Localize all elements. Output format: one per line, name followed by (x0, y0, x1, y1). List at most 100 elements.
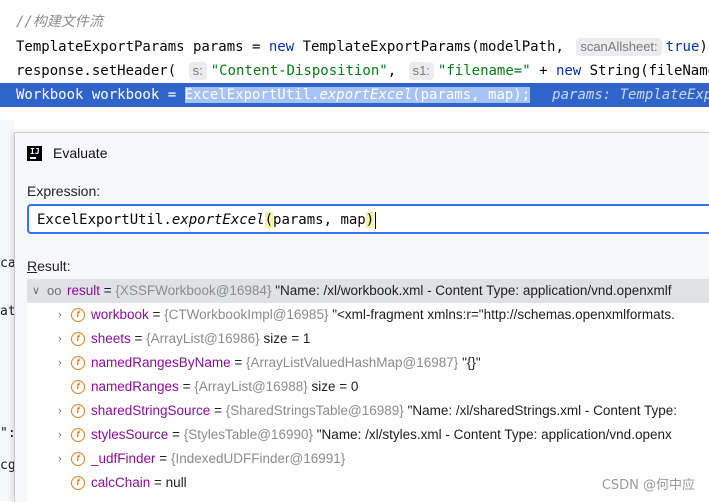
inline-debug-value: params: TemplateExportP (552, 87, 709, 103)
brace-match: ) (365, 212, 375, 228)
expression-text: params, map (273, 212, 366, 228)
tree-row-text: namedRangesByName = {ArrayListValuedHash… (91, 351, 481, 375)
chevron-down-icon[interactable]: ∨ (30, 279, 42, 303)
field-icon: f (71, 308, 85, 322)
parameter-hint: s1: (408, 62, 434, 80)
tree-row-text: namedRanges = {ArrayList@16988} size = 0 (91, 375, 358, 399)
chevron-right-icon[interactable]: › (54, 423, 66, 447)
brace-match: ( (264, 212, 274, 228)
equals-sign: = (155, 451, 171, 466)
code-text: + (530, 63, 556, 79)
parameter-hint: scanAllsheet: (576, 38, 662, 56)
variable-value: size = 0 (311, 379, 359, 394)
variable-name: sheets (91, 331, 131, 346)
tree-row-namedRangesByName[interactable]: › f namedRangesByName = {ArrayListValuedHa… (27, 351, 709, 375)
field-icon: f (71, 332, 85, 346)
chevron-right-icon[interactable]: › (54, 327, 66, 351)
variable-name: sharedStringSource (91, 403, 211, 418)
tree-row-namedRanges[interactable]: f namedRanges = {ArrayList@16988} size = … (27, 375, 709, 399)
equals-sign: = (150, 475, 166, 490)
code-text: , (387, 63, 405, 79)
code-text: TemplateExportParams(modelPath, (294, 39, 573, 55)
variable-name: namedRangesByName (91, 355, 231, 370)
text-caret (375, 211, 377, 229)
comment-text: //构建文件流 (16, 14, 103, 30)
code-text: Workbook workbook = (16, 87, 185, 103)
variable-value: "Name: /xl/sharedStrings.xml - Content T… (407, 403, 677, 418)
equals-sign: = (100, 283, 116, 298)
parameter-hint: s: (188, 62, 207, 80)
variable-value: "<xml-fragment xmlns:r="http://schemas.o… (332, 307, 675, 322)
field-icon: f (71, 380, 85, 394)
mnemonic-letter: R (27, 258, 38, 274)
object-reference: {IndexedUDFFinder@16991} (170, 451, 346, 466)
code-text: TemplateExportParams params = (16, 39, 269, 55)
variable-value: "Name: /xl/workbook.xml - Content Type: … (275, 283, 672, 298)
code-line-set-header: response.setHeader( s: "Content-Dispositi… (0, 59, 709, 83)
code-line-comment: //构建文件流 (0, 10, 709, 34)
code-text: String(fileName.getB (589, 63, 709, 79)
tree-row-text: stylesSource = {StylesTable@16990} "Name… (91, 423, 672, 447)
code-line-params: TemplateExportParams params = new Templa… (0, 35, 709, 59)
object-reference: {SharedStringsTable@16989} (225, 403, 404, 418)
variable-name: stylesSource (91, 427, 169, 442)
tree-row-text: sharedStringSource = {SharedStringsTable… (91, 399, 677, 423)
chevron-right-icon[interactable]: › (54, 303, 66, 327)
tree-row-sharedStringSource[interactable]: › f sharedStringSource = {SharedStringsTab… (27, 399, 709, 423)
tree-row-workbook[interactable]: › f workbook = {CTWorkbookImpl@16985} "<xm… (27, 303, 709, 327)
watch-icon: oo (47, 283, 62, 298)
field-icon: f (71, 428, 85, 442)
keyword-new: new (555, 63, 582, 79)
expression-text: ExcelExportUtil. (37, 212, 172, 228)
keyword-new: new (268, 39, 295, 55)
code-line-execution-point[interactable]: Workbook workbook = ExcelExportUtil.expo… (0, 83, 709, 107)
string-literal: "Content-Disposition" (210, 63, 388, 79)
background-panel: ca at ": cg (0, 120, 16, 501)
object-reference: {ArrayList@16986} (146, 331, 260, 346)
string-literal: "filename=" (437, 63, 531, 79)
tree-row-text: calcChain = null (91, 471, 187, 495)
object-reference: {CTWorkbookImpl@16985} (164, 307, 329, 322)
expression-method: exportExcel (171, 212, 265, 228)
object-reference: {StylesTable@16990} (183, 427, 313, 442)
variable-value: null (165, 475, 187, 490)
expression-input[interactable]: ExcelExportUtil.exportExcel(params, map) (27, 204, 709, 234)
dialog-title-bar[interactable]: IJ Evaluate (15, 133, 709, 173)
field-icon: f (71, 452, 85, 466)
equals-sign: = (168, 427, 184, 442)
result-label-text: esult: (37, 258, 71, 274)
tree-row-_udfFinder[interactable]: › f _udfFinder = {IndexedUDFFinder@16991} (27, 447, 709, 471)
object-reference: {ArrayList@16988} (194, 379, 308, 394)
code-editor[interactable]: //构建文件流 TemplateExportParams params = ne… (0, 0, 709, 120)
tree-row-result[interactable]: ∨ oo result = {XSSFWorkbook@16984} "Name: … (27, 279, 709, 303)
variable-value: size = 1 (263, 331, 311, 346)
tree-row-text: result = {XSSFWorkbook@16984} "Name: /xl… (67, 279, 671, 303)
field-icon: f (71, 404, 85, 418)
tree-row-stylesSource[interactable]: › f stylesSource = {StylesTable@16990} "Na… (27, 423, 709, 447)
chevron-right-icon[interactable]: › (54, 447, 66, 471)
intellij-logo-icon: IJ (27, 146, 42, 161)
variable-name: workbook (91, 307, 149, 322)
tree-row-sheets[interactable]: › f sheets = {ArrayList@16986} size = 1 (27, 327, 709, 351)
keyword-true: true (665, 39, 700, 55)
chevron-right-icon[interactable]: › (54, 399, 66, 423)
tree-row-text: workbook = {CTWorkbookImpl@16985} "<xml-… (91, 303, 675, 327)
equals-sign: = (230, 355, 246, 370)
equals-sign: = (178, 379, 195, 394)
field-icon: f (71, 356, 85, 370)
field-icon: f (71, 476, 85, 490)
object-reference: {ArrayListValuedHashMap@16987} (245, 355, 459, 370)
tree-row-text: _udfFinder = {IndexedUDFFinder@16991} (91, 447, 345, 471)
object-reference: {XSSFWorkbook@16984} (115, 283, 272, 298)
dialog-title: Evaluate (53, 145, 108, 161)
variable-name: _udfFinder (91, 451, 156, 466)
chevron-right-icon[interactable]: › (54, 351, 66, 375)
variable-value: "{}" (462, 355, 481, 370)
equals-sign: = (130, 331, 147, 346)
result-tree[interactable]: ∨ oo result = {XSSFWorkbook@16984} "Name: … (27, 279, 709, 502)
selected-text: (params, map); (412, 87, 531, 103)
equals-sign: = (148, 307, 165, 322)
variable-value: "Name: /xl/styles.xml - Content Type: ap… (316, 427, 672, 442)
code-text: ); (699, 39, 709, 55)
selected-method: exportExcel (319, 87, 413, 103)
